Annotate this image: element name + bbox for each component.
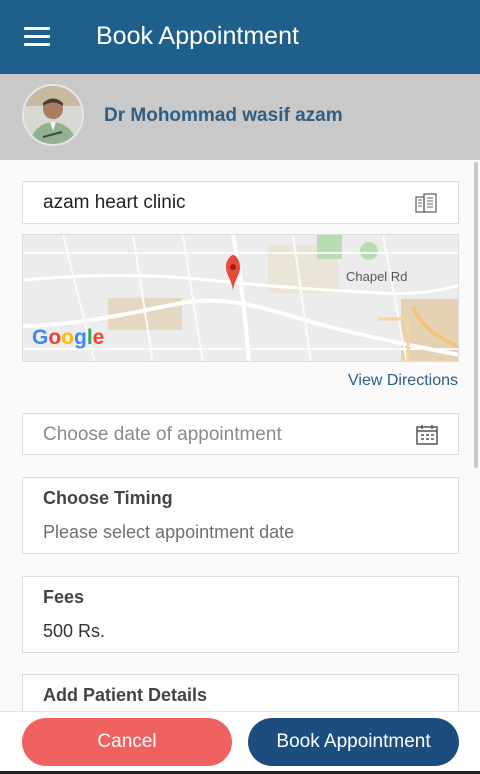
patient-details-label: Add Patient Details bbox=[43, 685, 208, 705]
map-road-label: Chapel Rd bbox=[346, 269, 408, 284]
clinic-card: azam heart clinic bbox=[22, 181, 459, 224]
scrollbar[interactable] bbox=[474, 162, 478, 468]
cancel-button[interactable]: Cancel bbox=[22, 718, 232, 766]
calendar-icon bbox=[416, 425, 438, 445]
page-title: Book Appointment bbox=[96, 22, 299, 50]
view-directions-link[interactable]: View Directions bbox=[348, 372, 458, 390]
clinic-name: azam heart clinic bbox=[43, 192, 186, 213]
clinic-map[interactable]: Chapel Rd Google bbox=[22, 234, 459, 362]
building-icon bbox=[415, 193, 437, 213]
doctor-avatar bbox=[22, 84, 84, 146]
hamburger-menu-icon[interactable] bbox=[24, 27, 50, 47]
timing-label: Choose Timing bbox=[43, 488, 173, 508]
action-bar: Cancel Book Appointment bbox=[0, 711, 480, 774]
date-placeholder: Choose date of appointment bbox=[43, 424, 282, 445]
doctor-header: Dr Mohommad wasif azam bbox=[0, 74, 480, 160]
doctor-name: Dr Mohommad wasif azam bbox=[104, 105, 343, 126]
patient-details-card[interactable]: Add Patient Details bbox=[22, 674, 459, 711]
appointment-date-input[interactable]: Choose date of appointment bbox=[22, 413, 459, 455]
google-logo: Google bbox=[32, 326, 105, 349]
fees-card: Fees 500 Rs. bbox=[22, 576, 459, 653]
booking-form[interactable]: azam heart clinic Chapel Rd Google View … bbox=[0, 160, 480, 711]
app-bar: Book Appointment bbox=[0, 0, 480, 74]
book-appointment-button[interactable]: Book Appointment bbox=[248, 718, 459, 766]
fees-value: 500 Rs. bbox=[43, 621, 106, 641]
timing-value: Please select appointment date bbox=[43, 522, 295, 542]
fees-label: Fees bbox=[43, 587, 85, 607]
timing-card[interactable]: Choose Timing Please select appointment … bbox=[22, 477, 459, 554]
